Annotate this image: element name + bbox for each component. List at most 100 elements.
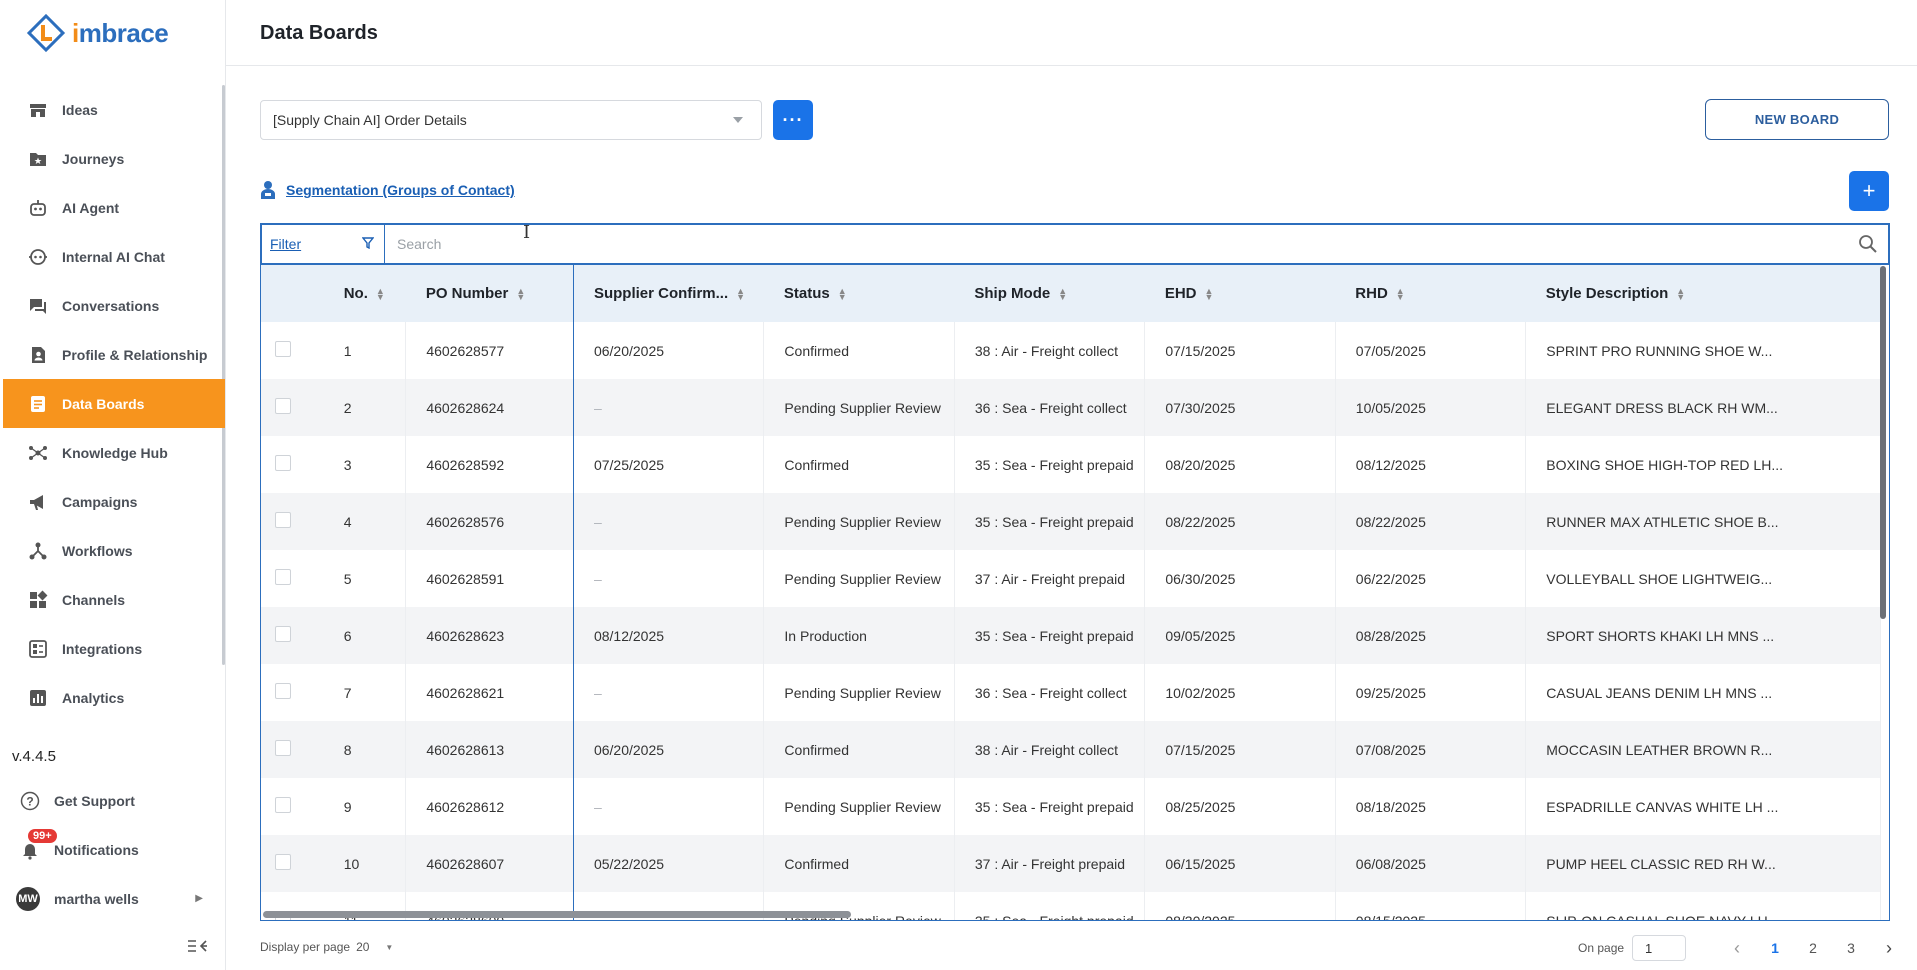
notification-badge: 99+ [28, 829, 57, 843]
page-link[interactable]: 3 [1832, 940, 1870, 956]
page-link[interactable]: 2 [1794, 940, 1832, 956]
sidebar-item-integrations[interactable]: Integrations [0, 624, 225, 673]
table-row[interactable]: 1 4602628577 06/20/2025 Confirmed 38 : Air -… [261, 322, 1881, 379]
column-header-label: No. [343, 285, 368, 302]
row-select-cell [261, 493, 324, 550]
hub-icon [28, 443, 48, 463]
table-cell: 10/02/2025 [1144, 664, 1336, 721]
dropdown-arrow-icon [733, 117, 743, 123]
table-row[interactable]: 4 4602628576– Pending Supplier Review 35 : … [261, 493, 1881, 550]
sidebar-item-analytics[interactable]: Analytics [0, 673, 225, 722]
sidebar-item-label: Campaigns [62, 493, 138, 510]
more-options-button[interactable]: ··· [773, 100, 813, 140]
table-cell: 4602628612 [405, 778, 574, 835]
filter-button[interactable]: Filter [262, 225, 385, 263]
column-header[interactable]: No. ▲ ▼ [324, 265, 406, 322]
add-button[interactable]: + [1849, 171, 1889, 211]
logo-text-i: i [72, 17, 79, 48]
table-cell: 35 : Sea - Freight prepaid [954, 607, 1146, 664]
column-header[interactable]: Ship Mode ▲ ▼ [954, 265, 1144, 322]
board-select[interactable]: [Supply Chain AI] Order Details [260, 100, 762, 140]
page-number-input[interactable]: 1 [1632, 935, 1687, 961]
table-row[interactable]: 6 4602628623 08/12/2025 In Production 35 : S… [261, 607, 1881, 664]
column-header[interactable]: Status ▲ ▼ [764, 265, 954, 322]
row-checkbox[interactable] [275, 569, 291, 585]
next-page-icon[interactable]: › [1870, 938, 1908, 959]
sidebar-item-channels[interactable]: Channels [0, 575, 225, 624]
column-header[interactable]: PO Number ▲ ▼ [405, 265, 574, 322]
table-vertical-scrollbar[interactable] [1880, 266, 1886, 619]
table-cell: 09/25/2025 [1335, 664, 1527, 721]
column-header[interactable]: RHD ▲ ▼ [1335, 265, 1525, 322]
user-menu[interactable]: MW martha wells ▶ [0, 874, 225, 923]
table-row[interactable]: 2 4602628624– Pending Supplier Review 36 : … [261, 379, 1881, 436]
contact-group-icon [261, 181, 275, 199]
column-header[interactable]: Style Description ▲ ▼ [1526, 265, 1881, 322]
imbrace-logo[interactable]: imbrace [26, 10, 169, 56]
column-header[interactable]: EHD ▲ ▼ [1145, 265, 1335, 322]
per-page-value: 20 [356, 940, 370, 954]
page-link[interactable]: 1 [1756, 940, 1794, 956]
column-header-label: Supplier Confirm... [593, 285, 729, 302]
collapse-sidebar-icon[interactable] [186, 938, 210, 958]
sort-icon[interactable]: ▲ ▼ [1205, 287, 1214, 302]
prev-page-icon[interactable]: ‹ [1718, 938, 1756, 959]
segmentation-link[interactable]: Segmentation (Groups of Contact) [286, 182, 515, 198]
sidebar-item-label: Knowledge Hub [62, 444, 168, 461]
sort-icon[interactable]: ▲ ▼ [1676, 287, 1685, 302]
row-checkbox[interactable] [275, 854, 291, 870]
table-cell: 08/12/2025 [1335, 436, 1527, 493]
table-row[interactable]: 10 4602628607 05/22/2025 Confirmed 37 : Air … [261, 835, 1881, 892]
table-row[interactable]: 9 4602628612– Pending Supplier Review 35 : … [261, 778, 1881, 835]
table-cell: BOXING SHOE HIGH-TOP RED LH... [1525, 436, 1881, 493]
sidebar-item-ai-agent[interactable]: AI Agent [0, 183, 225, 232]
search-input[interactable] [397, 236, 1739, 252]
sort-icon[interactable]: ▲ ▼ [838, 287, 847, 302]
sort-icon[interactable]: ▲ ▼ [376, 287, 385, 302]
table-cell: 36 : Sea - Freight collect [954, 379, 1146, 436]
table-row[interactable]: 3 4602628592 07/25/2025 Confirmed 35 : Sea -… [261, 436, 1881, 493]
table-cell: 08/20/2025 [1144, 436, 1336, 493]
page-header: Data Boards [226, 0, 1917, 66]
table-cell: 4 [323, 493, 407, 550]
notifications-link[interactable]: 99+ Notifications [0, 825, 225, 874]
new-board-button[interactable]: NEW BOARD [1705, 99, 1889, 140]
sidebar-item-ideas[interactable]: Ideas [0, 85, 225, 134]
sidebar-item-profile-relationship[interactable]: Profile & Relationship [0, 330, 225, 379]
row-select-cell [261, 664, 324, 721]
per-page-control[interactable]: Display per page 20 ▼ [260, 940, 393, 954]
chevron-down-icon: ▼ [385, 942, 394, 952]
logo-icon [26, 13, 66, 53]
table-row[interactable]: 8 4602628613 06/20/2025 Confirmed 38 : Air -… [261, 721, 1881, 778]
sidebar-item-data-boards[interactable]: Data Boards [3, 379, 225, 428]
sidebar-item-internal-ai-chat[interactable]: Internal AI Chat [0, 232, 225, 281]
sidebar-item-campaigns[interactable]: Campaigns [0, 477, 225, 526]
sort-icon[interactable]: ▲ ▼ [516, 287, 525, 302]
row-checkbox[interactable] [275, 455, 291, 471]
row-checkbox[interactable] [275, 683, 291, 699]
sidebar-item-journeys[interactable]: Journeys [0, 134, 225, 183]
sort-icon[interactable]: ▲ ▼ [1396, 287, 1405, 302]
row-checkbox[interactable] [275, 626, 291, 642]
row-checkbox[interactable] [275, 341, 291, 357]
table-cell: – [573, 664, 765, 721]
table-row[interactable]: 7 4602628621– Pending Supplier Review 36 : … [261, 664, 1881, 721]
sort-icon[interactable]: ▲ ▼ [736, 287, 745, 302]
row-checkbox[interactable] [275, 512, 291, 528]
table-cell: 36 : Sea - Freight collect [954, 664, 1146, 721]
sidebar-item-conversations[interactable]: Conversations [0, 281, 225, 330]
column-header[interactable]: Supplier Confirm... ▲ ▼ [573, 265, 763, 322]
sort-icon[interactable]: ▲ ▼ [1058, 287, 1067, 302]
row-checkbox[interactable] [275, 797, 291, 813]
table-horizontal-scrollbar[interactable] [263, 911, 851, 918]
table-cell: 07/30/2025 [1144, 379, 1336, 436]
sidebar-item-workflows[interactable]: Workflows [0, 526, 225, 575]
get-support-link[interactable]: ? Get Support [0, 776, 225, 825]
sidebar-item-knowledge-hub[interactable]: Knowledge Hub [0, 428, 225, 477]
sidebar-item-label: Ideas [62, 101, 98, 118]
avatar: MW [16, 886, 40, 911]
search-icon[interactable] [1858, 234, 1878, 254]
row-checkbox[interactable] [275, 740, 291, 756]
table-row[interactable]: 5 4602628591– Pending Supplier Review 37 : … [261, 550, 1881, 607]
row-checkbox[interactable] [275, 398, 291, 414]
